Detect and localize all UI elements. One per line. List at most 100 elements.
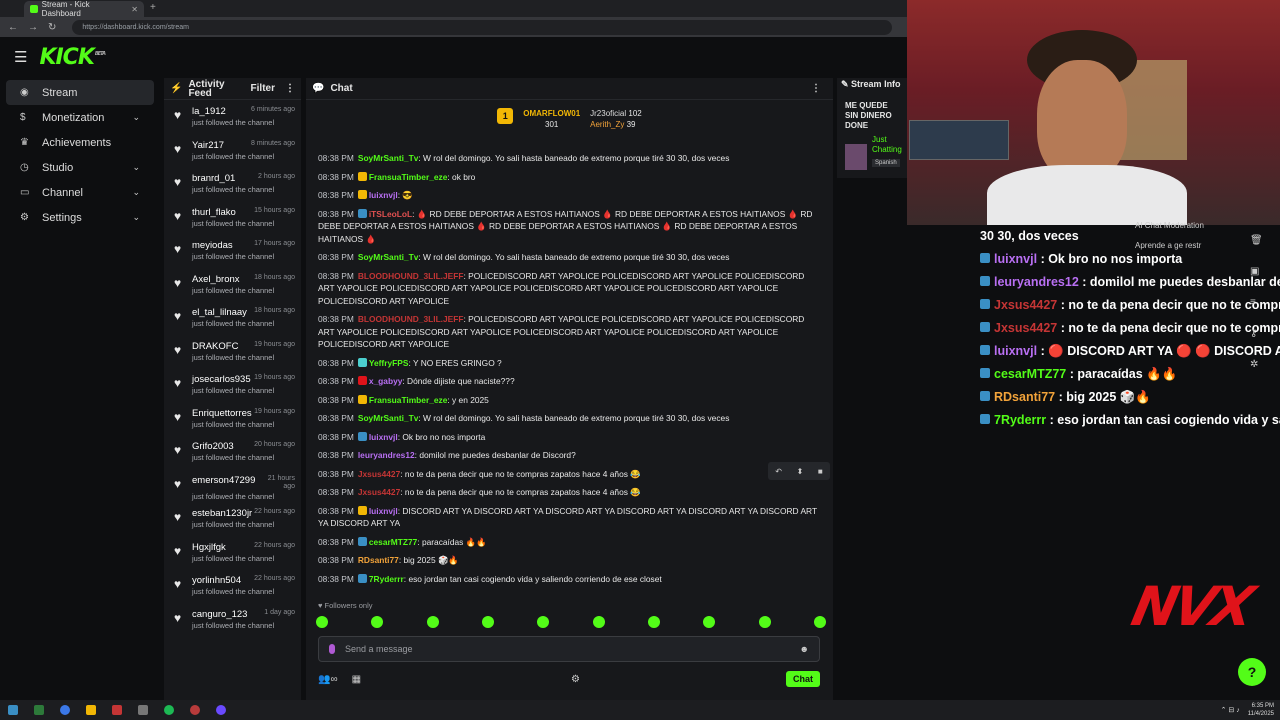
chevron-down-icon[interactable]: ⌄ — [132, 162, 140, 173]
trash-icon[interactable]: 🗑 — [1250, 235, 1270, 246]
follower-name[interactable]: la_1912 — [192, 106, 226, 117]
chat-message[interactable]: 08:38 PM luixnvjl: DISCORD ART YA DISCORD… — [318, 505, 821, 530]
start-icon[interactable] — [8, 705, 18, 715]
spotify-icon[interactable] — [164, 705, 174, 715]
app-icon[interactable] — [34, 705, 44, 715]
message-username[interactable]: cesarMTZ77 — [369, 537, 417, 547]
chat-message[interactable]: 08:38 PM luixnvjl: Ok bro no nos importa — [318, 431, 821, 444]
browser-tab[interactable]: Stream - Kick Dashboard ✕ — [24, 0, 144, 18]
message-username[interactable]: iTSLeoLoL — [369, 209, 412, 219]
message-username[interactable]: luixnvjl — [369, 190, 398, 200]
chat-message[interactable]: 08:38 PM Jxsus4427: no te da pena decir q… — [318, 486, 821, 499]
chat-message[interactable]: 08:38 PM SoyMrSanti_Tv: W rol del domingo… — [318, 412, 821, 425]
follower-name[interactable]: josecarlos935 — [192, 374, 251, 385]
send-chat-button[interactable]: Chat — [785, 671, 820, 687]
chat-message[interactable]: 08:38 PM YeffryFPS: Y NO ERES GRINGO ? — [318, 357, 821, 370]
follower-name[interactable]: el_tal_lilnaay — [192, 307, 247, 318]
chat-message[interactable]: 08:38 PM 7Ryderrr: eso jordan tan casi co… — [318, 573, 821, 586]
chat-message[interactable]: 08:38 PM luixnvjl: 😎 — [318, 189, 821, 202]
follower-name[interactable]: Hgxjlfgk — [192, 542, 226, 553]
emote-icon[interactable] — [426, 616, 439, 628]
reload-icon[interactable]: ↻ — [48, 22, 56, 33]
follower-name[interactable]: thurl_flako — [192, 207, 236, 218]
chat-message[interactable]: 08:38 PM BLOODHOUND_3LIL.JEFF: POLICEDISC… — [318, 270, 821, 308]
filter-button[interactable]: Filter — [251, 83, 275, 94]
message-username[interactable]: FransuaTimber_eze — [369, 395, 448, 405]
emote-icon[interactable] — [481, 616, 494, 628]
chat-icon[interactable]: ▣ — [1250, 266, 1270, 277]
settings-icon[interactable]: ✲ — [1250, 359, 1270, 370]
follower-name[interactable]: Grifo2003 — [192, 441, 234, 452]
message-username[interactable]: luixnvjl — [369, 506, 398, 516]
message-username[interactable]: SoyMrSanti_Tv — [358, 413, 419, 423]
message-username[interactable]: BLOODHOUND_3LIL.JEFF — [358, 314, 464, 324]
emote-icon[interactable] — [758, 616, 771, 628]
chevron-down-icon[interactable]: ⌄ — [132, 212, 140, 223]
emoji-icon[interactable]: ☻ — [800, 644, 809, 654]
follower-name[interactable]: emerson47299 — [192, 475, 255, 491]
sidebar-item-monetization[interactable]: $ Monetization ⌄ — [6, 105, 154, 130]
chevron-down-icon[interactable]: ⌄ — [132, 187, 140, 198]
reply-icon[interactable]: ↶ — [775, 467, 782, 476]
message-username[interactable]: Jxsus4427 — [358, 487, 400, 497]
chat-input[interactable]: Send a message ☻ — [318, 636, 820, 662]
chat-message[interactable]: 08:38 PM x_gabyy: Dónde dijiste que nacis… — [318, 375, 821, 388]
emote-icon[interactable] — [647, 616, 660, 628]
close-tab-icon[interactable]: ✕ — [131, 5, 138, 14]
chat-message[interactable]: 08:38 PM SoyMrSanti_Tv: W rol del domingo… — [318, 251, 821, 264]
follower-name[interactable]: esteban1230jr — [192, 508, 252, 519]
more-options-icon[interactable]: ⋮ — [811, 83, 821, 94]
message-username[interactable]: x_gabyy — [369, 376, 403, 386]
follower-name[interactable]: DRAKOFC — [192, 341, 238, 352]
emote-icon[interactable] — [371, 616, 384, 628]
more-options-icon[interactable]: ⋮ — [285, 83, 295, 94]
sidebar-item-achievements[interactable]: ♛ Achievements — [6, 130, 154, 155]
chat-message[interactable]: 08:38 PM FransuaTimber_eze: y en 2025 — [318, 394, 821, 407]
message-username[interactable]: YeffryFPS — [369, 358, 409, 368]
kick-logo[interactable]: KICKBETA — [39, 45, 106, 70]
sidebar-item-channel[interactable]: ▭ Channel ⌄ — [6, 180, 154, 205]
follower-name[interactable]: branrd_01 — [192, 173, 235, 184]
message-username[interactable]: Jxsus4427 — [358, 469, 400, 479]
follower-name[interactable]: yorlinhn504 — [192, 575, 241, 586]
follower-name[interactable]: Enriquettorres — [192, 408, 252, 419]
message-username[interactable]: BLOODHOUND_3LIL.JEFF — [358, 271, 464, 281]
chrome-icon[interactable] — [60, 705, 70, 715]
chat-message[interactable]: 08:38 PM Jxsus4427: no te da pena decir q… — [318, 468, 821, 481]
message-username[interactable]: leuryandres12 — [358, 450, 415, 460]
key-icon[interactable]: ⚷ — [1250, 328, 1270, 339]
chat-message[interactable]: 08:38 PM SoyMrSanti_Tv: W rol del domingo… — [318, 152, 821, 165]
follower-name[interactable]: canguro_123 — [192, 609, 247, 620]
tray-icons[interactable]: ⌃ ⊟ ♪ — [1221, 706, 1240, 714]
chevron-down-icon[interactable]: ⌄ — [132, 112, 140, 123]
folder-icon[interactable] — [86, 705, 96, 715]
follower-name[interactable]: Axel_bronx — [192, 274, 240, 285]
office-icon[interactable] — [112, 705, 122, 715]
message-username[interactable]: SoyMrSanti_Tv — [358, 252, 419, 262]
message-username[interactable]: RDsanti77 — [358, 555, 399, 565]
new-tab-icon[interactable]: + — [150, 2, 156, 13]
sidebar-item-settings[interactable]: ⚙ Settings ⌄ — [6, 205, 154, 230]
message-username[interactable]: 7Ryderrr — [369, 574, 404, 584]
follower-name[interactable]: meyiodas — [192, 240, 233, 251]
browser2-icon[interactable] — [190, 705, 200, 715]
gear-icon[interactable]: ⚙ — [571, 674, 580, 685]
forward-icon[interactable]: → — [28, 22, 38, 33]
chat-message[interactable]: 08:38 PM BLOODHOUND_3LIL.JEFF: POLICEDISC… — [318, 313, 821, 351]
chat-message[interactable]: 08:38 PM RDsanti77: big 2025 🎲🔥 — [318, 554, 821, 567]
back-icon[interactable]: ← — [8, 22, 18, 33]
emote-icon[interactable] — [592, 616, 605, 628]
sidebar-item-studio[interactable]: ◷ Studio ⌄ — [6, 155, 154, 180]
chat-message[interactable]: 08:38 PM iTSLeoLoL: 🩸 RD DEBE DEPORTAR A … — [318, 208, 821, 246]
users-icon[interactable]: 👥∞ — [318, 674, 338, 685]
message-username[interactable]: FransuaTimber_eze — [369, 172, 448, 182]
pen-icon[interactable] — [138, 705, 148, 715]
discord-icon[interactable] — [216, 705, 226, 715]
url-field[interactable]: https://dashboard.kick.com/stream — [72, 19, 893, 35]
follower-name[interactable]: Yair217 — [192, 140, 224, 151]
sidebar-item-stream[interactable]: ◉ Stream — [6, 80, 154, 105]
help-chat-icon[interactable]: ? — [1238, 658, 1266, 686]
message-username[interactable]: SoyMrSanti_Tv — [358, 153, 419, 163]
emote-icon[interactable] — [703, 616, 716, 628]
delete-icon[interactable]: ■ — [818, 467, 823, 476]
